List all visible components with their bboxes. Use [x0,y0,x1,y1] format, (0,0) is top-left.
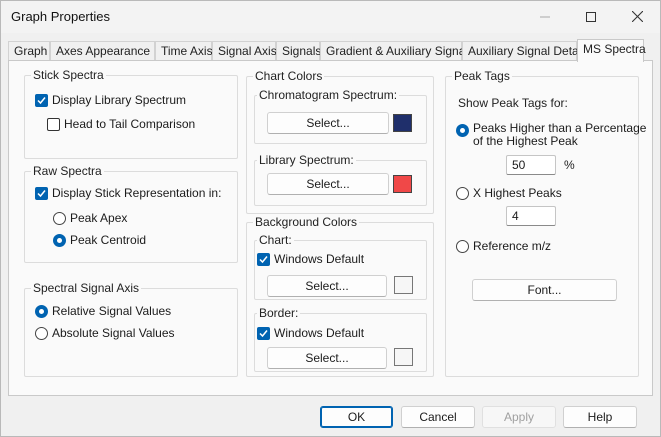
chart-background-select-button[interactable]: Select... [267,275,387,297]
maximize-icon [586,11,596,22]
checkbox-checked-icon [257,252,270,266]
tab-strip: Graph Axes Appearance Time Axis Signal A… [8,39,653,62]
peaks-higher-percentage-radio[interactable]: Peaks Higher than a Percentage of the Hi… [456,122,646,148]
peak-tags-group: Peak Tags Show Peak Tags for: Peaks High… [445,69,646,377]
chromatogram-spectrum-label: Chromatogram Spectrum: [257,88,400,102]
help-button[interactable]: Help [563,406,637,428]
background-colors-group: Background Colors Chart: Windows Default… [246,215,434,377]
ms-spectra-panel: Stick Spectra Display Library Spectrum H… [8,60,653,396]
font-button[interactable]: Font... [472,279,617,301]
checkbox-unchecked-icon [47,117,60,131]
tab-signals[interactable]: Signals [276,41,321,61]
tab-signal-axis[interactable]: Signal Axis [212,41,277,61]
tab-axes-appearance[interactable]: Axes Appearance [50,41,155,61]
percentage-input[interactable]: 50 [506,155,556,175]
close-button[interactable] [614,1,660,32]
x-highest-peaks-label: X Highest Peaks [473,186,562,200]
chart-background-label: Chart: [257,233,294,247]
head-to-tail-comparison-label: Head to Tail Comparison [64,117,196,131]
border-windows-default-label: Windows Default [274,326,365,340]
maximize-button[interactable] [568,1,614,32]
peak-apex-radio[interactable]: Peak Apex [53,211,127,225]
chart-colors-label: Chart Colors [253,69,325,83]
close-icon [631,11,643,22]
reference-mz-radio[interactable]: Reference m/z [456,239,551,253]
tab-time-axis[interactable]: Time Axis [155,41,213,61]
reference-mz-label: Reference m/z [473,239,552,253]
chart-background-color-swatch[interactable] [394,276,413,294]
radio-unselected-icon [456,186,469,200]
head-to-tail-comparison-checkbox[interactable]: Head to Tail Comparison [47,117,195,131]
border-windows-default-checkbox[interactable]: Windows Default [257,326,364,340]
chromatogram-color-swatch[interactable] [393,114,412,132]
radio-selected-icon [53,233,66,247]
chart-windows-default-checkbox[interactable]: Windows Default [257,252,364,266]
tab-ms-spectra[interactable]: MS Spectra [577,39,646,62]
chart-windows-default-label: Windows Default [274,252,365,266]
border-background-label: Border: [257,306,301,320]
border-background-color-swatch[interactable] [394,348,413,366]
percentage-unit-label: % [564,158,575,172]
display-stick-representation-label: Display Stick Representation in: [52,186,222,200]
radio-unselected-icon [53,211,66,225]
library-spectrum-label: Library Spectrum: [257,153,356,167]
border-background-group: Border: Windows Default Select... [254,306,427,372]
radio-selected-icon [456,124,469,137]
minimize-icon [540,16,550,17]
peaks-higher-percentage-label-line2: of the Highest Peak [473,134,578,148]
display-library-spectrum-checkbox[interactable]: Display Library Spectrum [35,93,186,107]
border-background-select-button[interactable]: Select... [267,347,387,369]
radio-unselected-icon [456,239,469,253]
stick-spectra-group: Stick Spectra Display Library Spectrum H… [24,68,238,159]
checkbox-checked-icon [35,186,48,200]
raw-spectra-label: Raw Spectra [31,164,104,178]
library-color-swatch[interactable] [393,175,412,193]
peak-apex-label: Peak Apex [70,211,128,225]
title-bar: Graph Properties [1,1,660,33]
x-highest-peaks-input[interactable]: 4 [506,206,556,226]
library-spectrum-group: Library Spectrum: Select... [254,153,427,206]
tab-graph[interactable]: Graph [8,41,50,61]
stick-spectra-label: Stick Spectra [31,68,106,82]
peak-tags-label: Peak Tags [452,69,512,83]
spectral-signal-axis-label: Spectral Signal Axis [31,281,142,295]
chromatogram-select-button[interactable]: Select... [267,112,389,134]
checkbox-checked-icon [257,326,270,340]
x-highest-peaks-radio[interactable]: X Highest Peaks [456,186,562,200]
minimize-button[interactable] [522,1,568,32]
cancel-button[interactable]: Cancel [401,406,475,428]
checkbox-checked-icon [35,93,48,107]
apply-button[interactable]: Apply [482,406,556,428]
relative-signal-values-label: Relative Signal Values [52,304,172,318]
display-library-spectrum-label: Display Library Spectrum [52,93,187,107]
background-colors-label: Background Colors [253,215,360,229]
window-title: Graph Properties [11,9,110,24]
chart-background-group: Chart: Windows Default Select... [254,233,427,300]
radio-unselected-icon [35,326,48,340]
peaks-higher-percentage-text: Peaks Higher than a Percentage of the Hi… [473,122,646,148]
absolute-signal-values-radio[interactable]: Absolute Signal Values [35,326,175,340]
chart-colors-group: Chart Colors Chromatogram Spectrum: Sele… [246,69,434,214]
absolute-signal-values-label: Absolute Signal Values [52,326,175,340]
ok-button[interactable]: OK [320,406,393,428]
peak-centroid-label: Peak Centroid [70,233,147,247]
spectral-signal-axis-group: Spectral Signal Axis Relative Signal Val… [24,281,238,377]
display-stick-representation-checkbox[interactable]: Display Stick Representation in: [35,186,221,200]
relative-signal-values-radio[interactable]: Relative Signal Values [35,304,171,318]
radio-selected-icon [35,304,48,318]
library-select-button[interactable]: Select... [267,173,389,195]
tab-auxiliary-signal-details[interactable]: Auxiliary Signal Details [462,41,590,61]
graph-properties-dialog: Graph Properties Graph Axes Appearance T… [0,0,661,437]
chromatogram-spectrum-group: Chromatogram Spectrum: Select... [254,88,427,144]
tab-gradient-auxiliary-signals[interactable]: Gradient & Auxiliary Signals [320,41,474,61]
raw-spectra-group: Raw Spectra Display Stick Representation… [24,164,238,263]
peak-centroid-radio[interactable]: Peak Centroid [53,233,146,247]
show-peak-tags-for-label: Show Peak Tags for: [458,96,568,110]
